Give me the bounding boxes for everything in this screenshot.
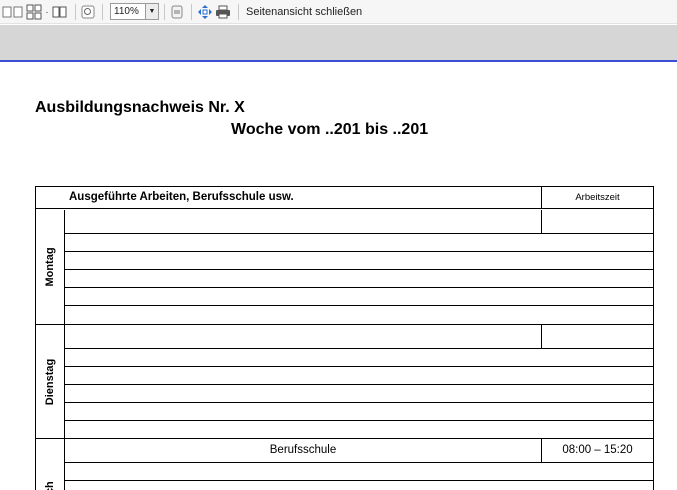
- row-divider: [541, 210, 542, 233]
- page-setup-icon[interactable]: [170, 3, 184, 21]
- table-row: [65, 367, 653, 385]
- toolbar-separator: [102, 3, 103, 20]
- day-tuesday: Dienstag: [36, 325, 653, 439]
- toolbar-separator: [238, 3, 239, 20]
- table-row: [65, 252, 653, 270]
- header-work: Ausgeführte Arbeiten, Berufsschule usw.: [69, 191, 294, 203]
- day-label: och: [44, 481, 56, 490]
- day-label: Montag: [44, 247, 56, 287]
- print-icon[interactable]: [215, 3, 231, 21]
- day-wednesday: och Berufsschule 08:00 – 15:20: [36, 439, 653, 490]
- table-row: [65, 288, 653, 306]
- single-page-icon[interactable]: [2, 3, 24, 21]
- day-monday: Montag: [36, 210, 653, 325]
- table-row: [65, 270, 653, 288]
- document-page: Ausbildungsnachweis Nr. X Woche vom ..20…: [0, 64, 677, 490]
- table-row: [65, 210, 653, 234]
- two-page-icon[interactable]: [52, 3, 68, 21]
- chevron-down-icon[interactable]: ▼: [145, 4, 158, 19]
- zoom-select[interactable]: 110% ▼: [110, 3, 159, 20]
- row-time: 08:00 – 15:20: [562, 444, 633, 456]
- row-text: Berufsschule: [269, 444, 337, 456]
- table-row: [65, 385, 653, 403]
- report-table: Ausgeführte Arbeiten, Berufsschule usw. …: [35, 186, 654, 490]
- dropdown-arrow-icon[interactable]: ·: [44, 3, 50, 21]
- day-label-cell: Montag: [36, 210, 65, 324]
- toolbar-separator: [164, 3, 165, 20]
- table-row: Berufsschule 08:00 – 15:20: [65, 439, 653, 463]
- table-row: [65, 325, 653, 349]
- table-row: [65, 349, 653, 367]
- table-header: Ausgeführte Arbeiten, Berufsschule usw. …: [36, 187, 653, 209]
- zoom-value: 110%: [114, 6, 139, 17]
- document-title: Ausbildungsnachweis Nr. X: [35, 99, 245, 116]
- table-row: [65, 234, 653, 252]
- table-row: [65, 403, 653, 421]
- fit-icon[interactable]: [197, 3, 213, 21]
- day-label: Dienstag: [44, 358, 56, 405]
- toolbar-separator: [191, 3, 192, 20]
- toolbar-separator: [75, 3, 76, 20]
- preview-band: [0, 25, 677, 62]
- document-subtitle: Woche vom ..201 bis ..201: [231, 121, 429, 138]
- zoom-icon[interactable]: [81, 3, 95, 21]
- table-row: [65, 463, 653, 481]
- print-preview-toolbar: · 110% ▼ Seitenansicht schließen: [0, 0, 677, 24]
- close-preview-button[interactable]: Seitenansicht schließen: [246, 6, 362, 18]
- day-label-cell: och: [36, 439, 65, 490]
- day-label-cell: Dienstag: [36, 325, 65, 438]
- multi-page-icon[interactable]: [26, 3, 42, 21]
- row-divider: [541, 325, 542, 348]
- header-time: Arbeitszeit: [575, 192, 620, 203]
